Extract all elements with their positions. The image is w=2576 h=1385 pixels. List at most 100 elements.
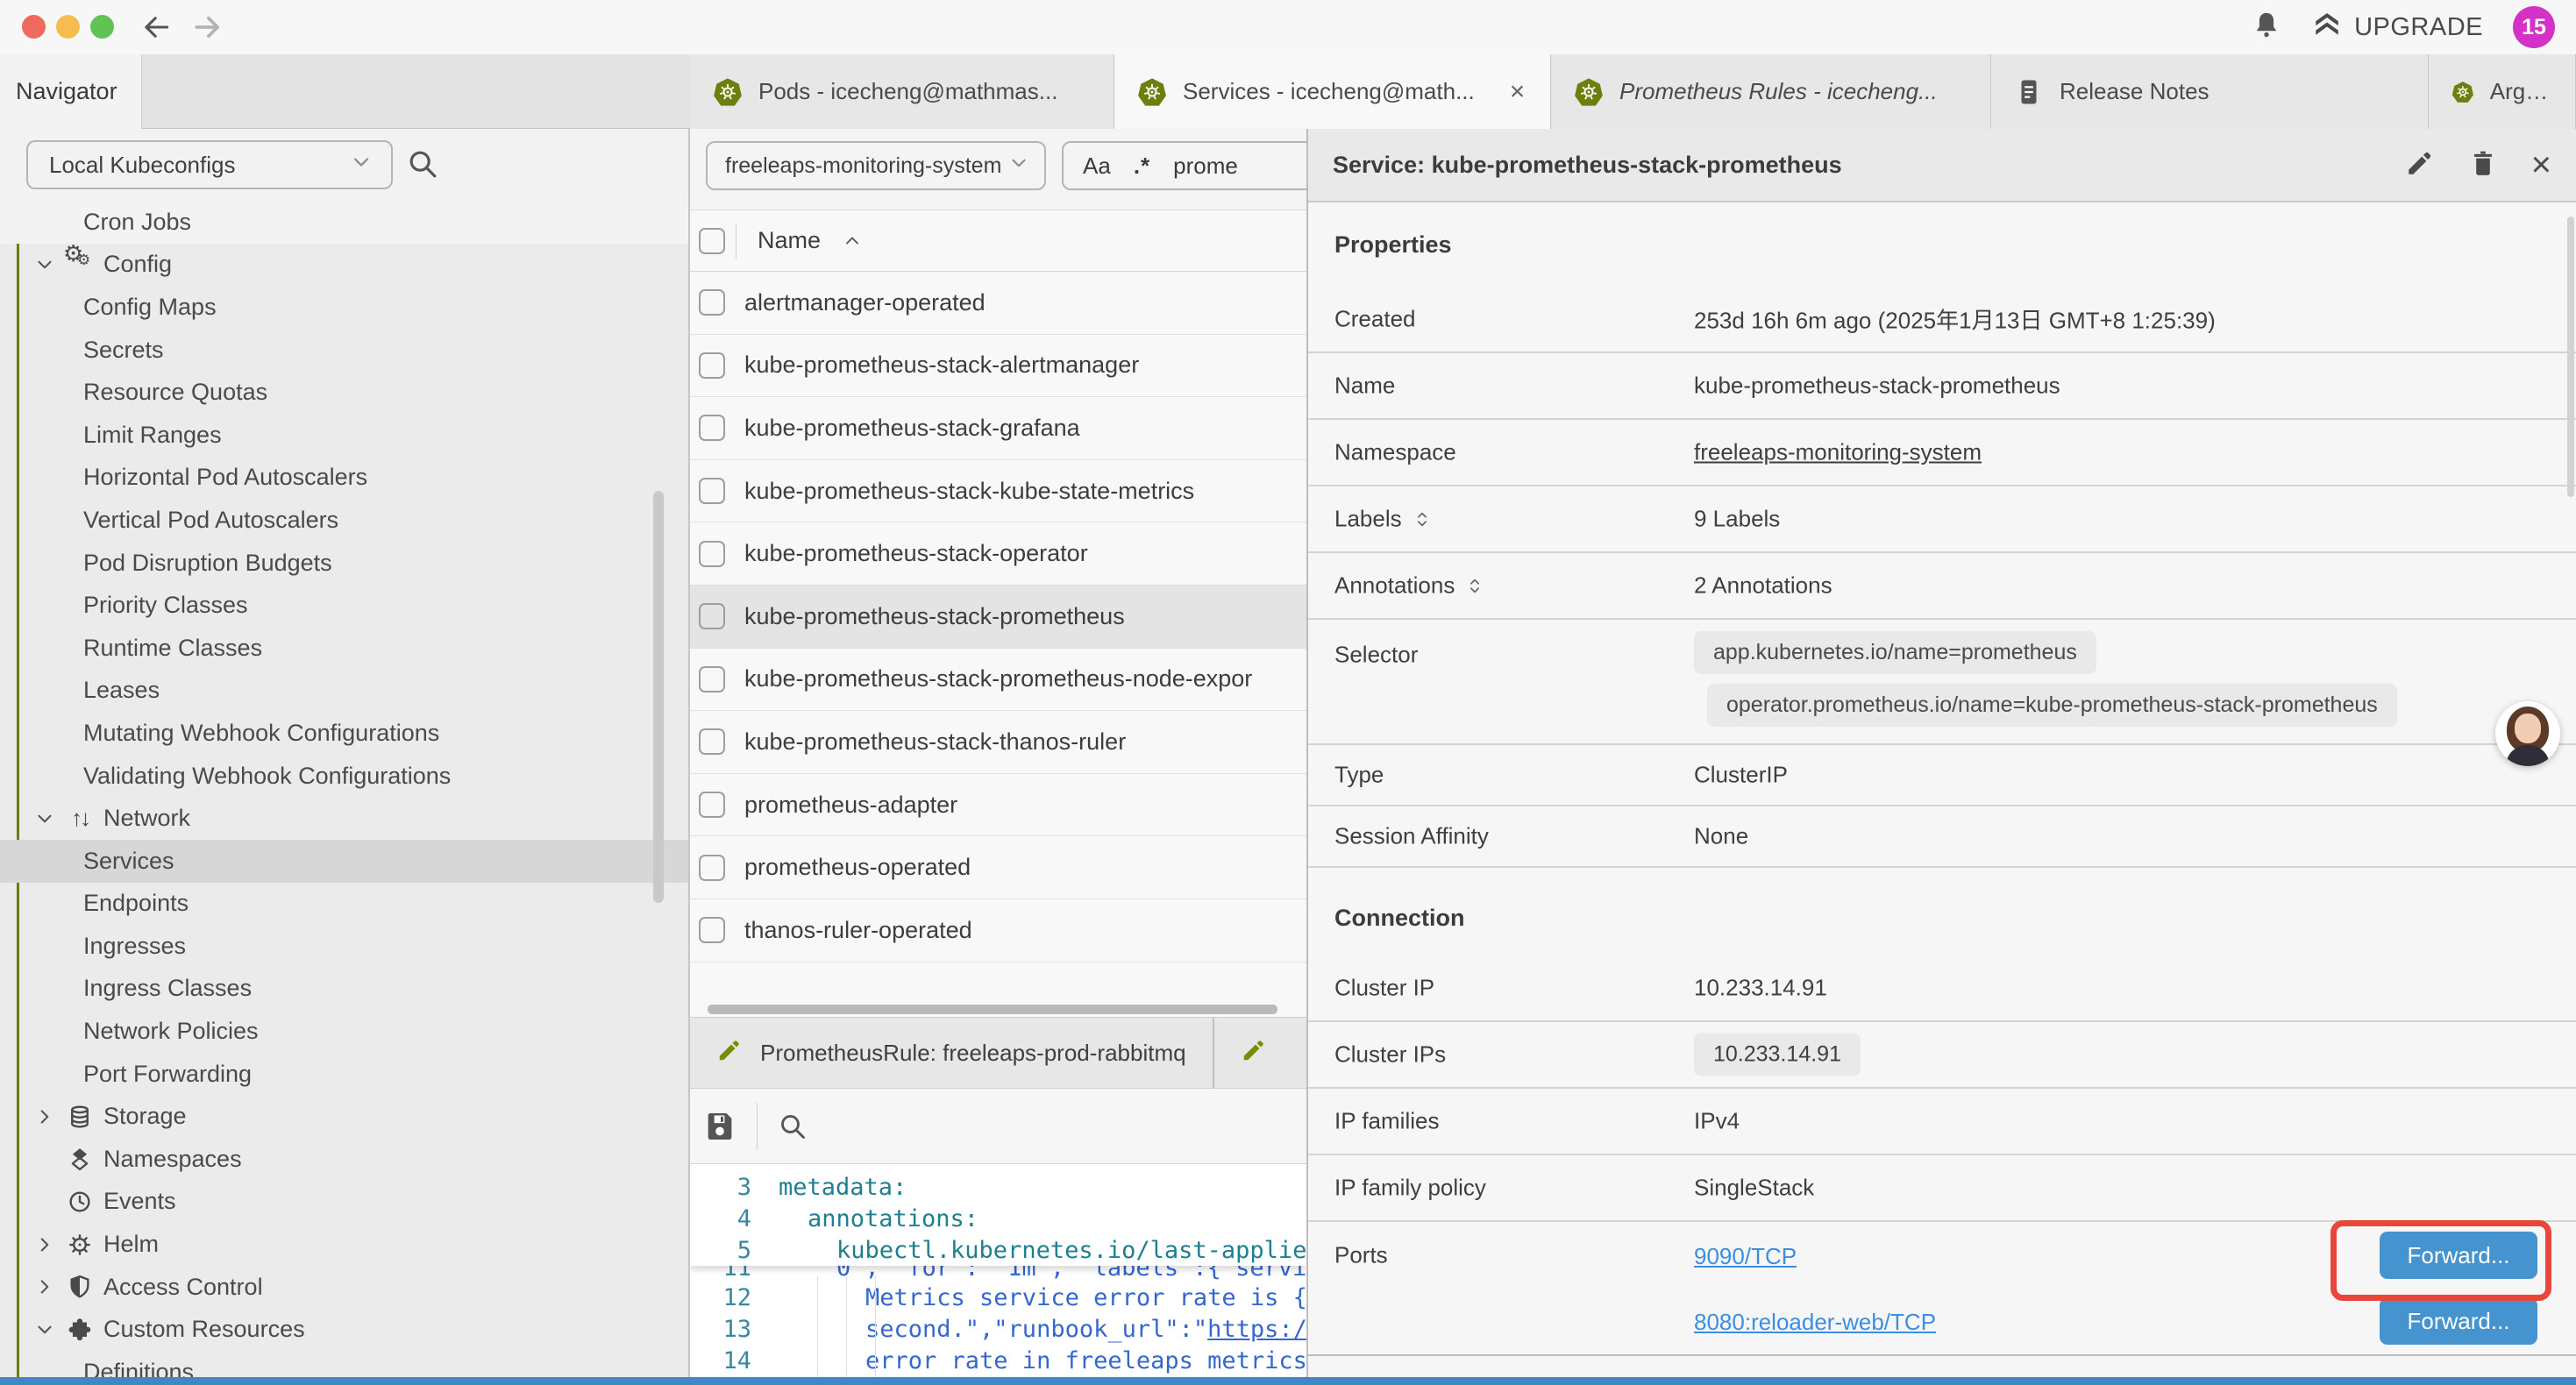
chevron-right-icon[interactable] xyxy=(33,1275,56,1298)
close-tab-icon[interactable]: × xyxy=(1510,77,1526,107)
sort-ascending-icon[interactable] xyxy=(842,231,863,252)
table-row[interactable]: kube-prometheus-stack-grafana xyxy=(690,397,1306,460)
close-icon[interactable]: × xyxy=(2531,147,2551,182)
sidebar-item-mutating-webhook-configurations[interactable]: Mutating Webhook Configurations xyxy=(0,712,688,755)
tab-release-notes[interactable]: Release Notes xyxy=(1991,54,2429,129)
back-button[interactable] xyxy=(139,11,173,44)
minimize-window-button[interactable] xyxy=(56,15,80,39)
regex-toggle[interactable]: .* xyxy=(1134,153,1150,180)
sidebar-item-network-policies[interactable]: Network Policies xyxy=(0,1010,688,1053)
editor-tab-next[interactable] xyxy=(1214,1018,1293,1088)
chevron-down-icon[interactable] xyxy=(33,807,56,830)
row-checkbox[interactable] xyxy=(699,666,725,692)
close-window-button[interactable] xyxy=(22,15,46,39)
kubeconfig-dropdown[interactable]: Local Kubeconfigs xyxy=(26,140,393,189)
sidebar-item-pod-disruption-budgets[interactable]: Pod Disruption Budgets xyxy=(0,542,688,585)
sidebar-item-horizontal-pod-autoscalers[interactable]: Horizontal Pod Autoscalers xyxy=(0,457,688,500)
match-case-toggle[interactable]: Aa xyxy=(1083,153,1111,180)
row-checkbox[interactable] xyxy=(699,415,725,441)
tab-prometheus-rules-icecheng[interactable]: Prometheus Rules - icecheng... xyxy=(1551,54,1991,129)
sidebar-item-limit-ranges[interactable]: Limit Ranges xyxy=(0,414,688,457)
row-checkbox[interactable] xyxy=(699,792,725,818)
upgrade-button[interactable]: UPGRADE xyxy=(2312,9,2483,46)
sidebar-item-ingresses[interactable]: Ingresses xyxy=(0,925,688,968)
select-all-checkbox[interactable] xyxy=(699,228,725,254)
trash-icon[interactable] xyxy=(2468,148,2498,182)
sidebar-item-validating-webhook-configurations[interactable]: Validating Webhook Configurations xyxy=(0,755,688,798)
editor-search-icon[interactable] xyxy=(777,1111,808,1142)
sidebar-item-runtime-classes[interactable]: Runtime Classes xyxy=(0,627,688,670)
sidebar-item-priority-classes[interactable]: Priority Classes xyxy=(0,584,688,627)
chevron-down-icon[interactable] xyxy=(33,1318,56,1341)
row-checkbox[interactable] xyxy=(699,603,725,629)
row-checkbox[interactable] xyxy=(699,855,725,881)
tab-pods-icecheng-mathmas[interactable]: Pods - icecheng@mathmas... xyxy=(690,54,1114,129)
sidebar-item-vertical-pod-autoscalers[interactable]: Vertical Pod Autoscalers xyxy=(0,499,688,542)
chevron-down-icon[interactable] xyxy=(33,253,56,276)
selector-chip[interactable]: operator.prometheus.io/name=kube-prometh… xyxy=(1707,684,2397,727)
sidebar-item-config-maps[interactable]: Config Maps xyxy=(0,286,688,329)
sidebar-item-helm[interactable]: Helm xyxy=(0,1223,688,1266)
avatar[interactable] xyxy=(2495,701,2560,766)
edit-pencil-icon[interactable] xyxy=(2405,148,2435,182)
table-row[interactable]: alertmanager-operated xyxy=(690,272,1306,335)
sidebar-item-network[interactable]: ↑↓Network xyxy=(0,797,688,840)
row-checkbox[interactable] xyxy=(699,541,725,567)
horizontal-scrollbar[interactable] xyxy=(708,1005,1277,1014)
row-checkbox[interactable] xyxy=(699,289,725,316)
sidebar-item-cron-jobs[interactable]: Cron Jobs xyxy=(0,201,688,244)
namespace-dropdown[interactable]: freeleaps-monitoring-system xyxy=(706,141,1046,190)
sidebar-search-button[interactable] xyxy=(405,146,440,186)
row-checkbox[interactable] xyxy=(699,728,725,755)
table-row[interactable]: prometheus-operated xyxy=(690,836,1306,899)
details-scrollbar[interactable] xyxy=(2567,217,2574,497)
tab-services-icecheng-math[interactable]: Services - icecheng@math...× xyxy=(1114,54,1551,129)
table-row[interactable]: kube-prometheus-stack-thanos-ruler xyxy=(690,711,1306,774)
sidebar-item-storage[interactable]: Storage xyxy=(0,1095,688,1138)
save-icon[interactable] xyxy=(702,1109,737,1144)
selector-chip[interactable]: app.kubernetes.io/name=prometheus xyxy=(1694,631,2096,674)
navigator-sidebar: Local Kubeconfigs Cron Jobs ⚙ ⚙ConfigCon… xyxy=(0,129,690,1385)
port-link[interactable]: 9090/TCP xyxy=(1694,1243,1797,1270)
sidebar-item-resource-quotas[interactable]: Resource Quotas xyxy=(0,371,688,414)
sidebar-item-port-forwarding[interactable]: Port Forwarding xyxy=(0,1053,688,1096)
sidebar-item-services[interactable]: Services xyxy=(0,840,688,883)
forward-button[interactable]: Forward... xyxy=(2380,1297,2537,1345)
sidebar-item-secrets[interactable]: Secrets xyxy=(0,329,688,372)
sidebar-scrollbar[interactable] xyxy=(653,491,664,903)
table-row[interactable]: thanos-ruler-operated xyxy=(690,899,1306,962)
sidebar-item-leases[interactable]: Leases xyxy=(0,670,688,713)
tab-argo-se[interactable]: Argo Se xyxy=(2429,54,2576,129)
row-checkbox[interactable] xyxy=(699,352,725,379)
editor-tab-prometheusrule[interactable]: PrometheusRule: freeleaps-prod-rabbitmq xyxy=(690,1018,1214,1088)
table-row[interactable]: kube-prometheus-stack-prometheus-node-ex… xyxy=(690,649,1306,712)
table-row[interactable]: kube-prometheus-stack-alertmanager xyxy=(690,335,1306,398)
property-label: Cluster IPs xyxy=(1334,1041,1446,1069)
sidebar-item-custom-resources[interactable]: Custom Resources xyxy=(0,1308,688,1351)
name-column-header[interactable]: Name xyxy=(758,227,821,254)
sidebar-item-namespaces[interactable]: Namespaces xyxy=(0,1138,688,1181)
table-row[interactable]: kube-prometheus-stack-kube-state-metrics xyxy=(690,460,1306,523)
maximize-window-button[interactable] xyxy=(90,15,114,39)
chevron-right-icon[interactable] xyxy=(33,1105,56,1128)
notification-badge[interactable]: 15 xyxy=(2513,6,2555,48)
tab-navigator[interactable]: Navigator xyxy=(0,54,142,129)
yaml-editor[interactable]: 3metadata:4annotations:5kubectl.kubernet… xyxy=(690,1164,1306,1385)
row-checkbox[interactable] xyxy=(699,917,725,943)
sidebar-item-config[interactable]: ⚙ ⚙Config xyxy=(0,244,688,287)
table-row[interactable]: prometheus-adapter xyxy=(690,774,1306,837)
table-row[interactable]: kube-prometheus-stack-prometheus xyxy=(690,586,1306,649)
sidebar-item-ingress-classes[interactable]: Ingress Classes xyxy=(0,968,688,1011)
property-value-chip[interactable]: 10.233.14.91 xyxy=(1694,1033,1861,1076)
sidebar-item-access-control[interactable]: Access Control xyxy=(0,1266,688,1309)
chevron-right-icon[interactable] xyxy=(33,1233,56,1256)
forward-button[interactable] xyxy=(191,11,224,44)
bell-icon[interactable] xyxy=(2251,10,2282,46)
property-value-link[interactable]: freeleaps-monitoring-system xyxy=(1694,439,1982,466)
list-search-input[interactable]: Aa .* prome xyxy=(1062,141,1306,190)
table-row[interactable]: kube-prometheus-stack-operator xyxy=(690,522,1306,586)
sidebar-item-endpoints[interactable]: Endpoints xyxy=(0,883,688,926)
port-link[interactable]: 8080:reloader-web/TCP xyxy=(1694,1309,1936,1336)
sidebar-item-events[interactable]: Events xyxy=(0,1181,688,1224)
row-checkbox[interactable] xyxy=(699,478,725,504)
